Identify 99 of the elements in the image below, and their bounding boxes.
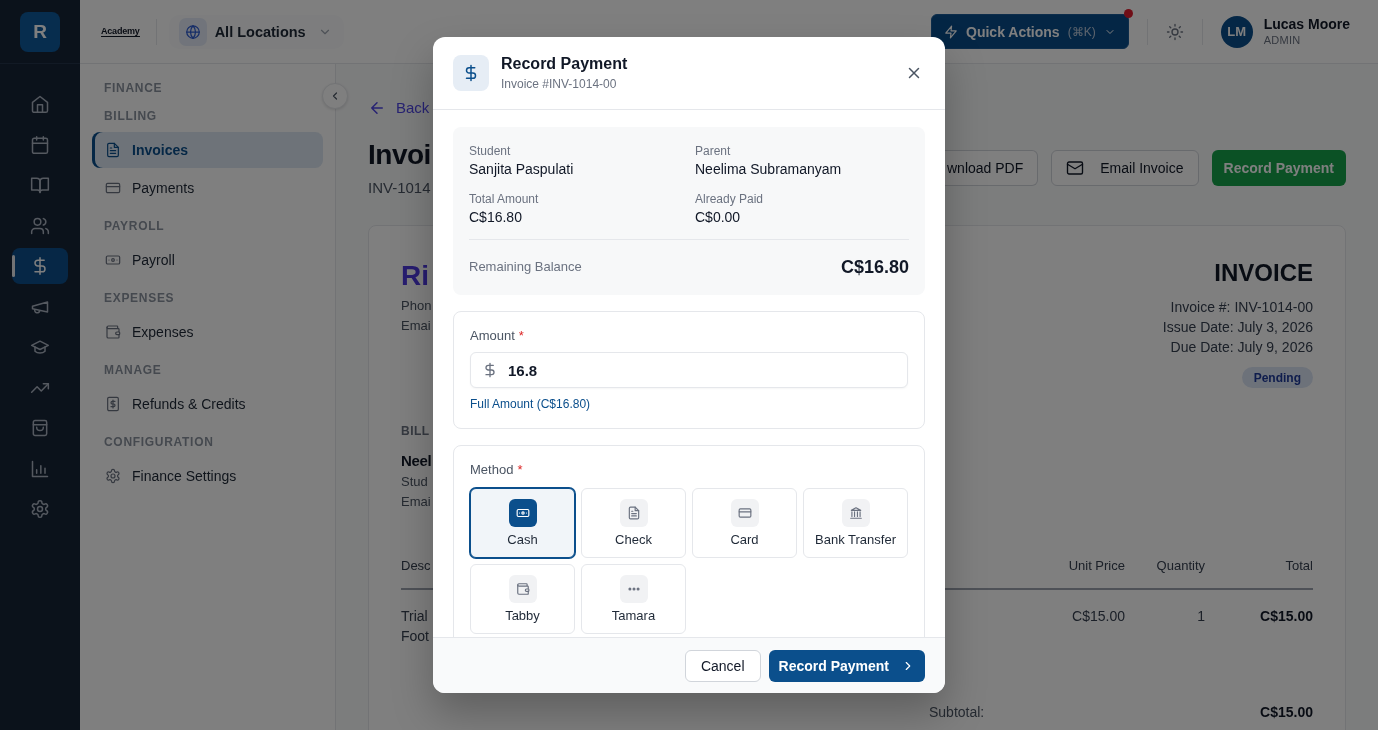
sidebar-item[interactable]: Refunds & Credits <box>92 386 323 422</box>
summary-value: C$16.80 <box>469 208 522 227</box>
more-dots-icon <box>619 575 648 603</box>
bill-to-name: Neel <box>401 451 432 471</box>
section-heading: CONFIGURATION <box>103 434 215 450</box>
settings-icon <box>105 468 121 484</box>
rail-nav-button[interactable] <box>12 248 68 284</box>
column-header: Unit Price <box>1068 557 1125 575</box>
page-title: Invoi <box>368 138 431 172</box>
record-payment-submit-button[interactable]: Record Payment <box>768 650 925 682</box>
summary-value: Neelima Subramanyam <box>695 160 842 179</box>
cancel-button[interactable]: Cancel <box>684 650 761 682</box>
column-header: Desc <box>401 557 431 575</box>
status-badge: Pending <box>1241 367 1313 388</box>
school-name: Ri <box>401 259 429 293</box>
sidebar-item[interactable]: Expenses <box>92 314 323 350</box>
download-pdf-button[interactable]: wnload PDF <box>945 149 1039 186</box>
payment-method-option[interactable]: Check <box>581 488 686 558</box>
sidebar-item[interactable]: Payroll <box>92 242 323 278</box>
users-icon <box>30 215 50 236</box>
shopping-bag-icon <box>30 418 50 438</box>
sidebar-item[interactable]: Finance Settings <box>92 458 323 494</box>
section-heading: EXPENSES <box>103 290 176 306</box>
collapse-sidebar-button[interactable] <box>322 83 348 109</box>
app-logo[interactable]: R <box>20 11 60 52</box>
arrow-left-icon <box>368 99 386 117</box>
payment-method-option[interactable]: Cash <box>470 488 575 558</box>
globe-icon <box>178 17 207 46</box>
payment-method-option[interactable]: Card <box>692 488 797 558</box>
summary-label: Student <box>469 143 511 159</box>
quick-actions-button[interactable]: Quick Actions (⌘K) <box>931 14 1129 49</box>
open-book-icon <box>30 175 50 195</box>
wallet-icon <box>105 324 121 340</box>
summary-label: Already Paid <box>695 191 764 207</box>
sun-icon[interactable] <box>1165 22 1184 41</box>
table-cell-text: C$15.00 <box>1260 607 1313 626</box>
field-label: Method <box>470 462 514 478</box>
invoice-meta-line: Issue Date: July 3, 2026 <box>1162 318 1313 337</box>
banknote-icon <box>508 499 537 527</box>
lightning-icon <box>944 24 958 39</box>
calendar-icon <box>30 134 50 155</box>
back-link[interactable]: Back <box>368 98 430 118</box>
home-icon <box>30 94 50 114</box>
dollar-icon <box>482 362 498 378</box>
bill-to-heading: BILL <box>401 423 430 439</box>
email-invoice-button[interactable]: Email Invoice <box>1051 149 1199 186</box>
section-heading: BILLING <box>103 108 158 124</box>
school-contact-line: Emai <box>401 317 431 335</box>
dialog-title: Record Payment <box>501 54 628 74</box>
field-label: Amount <box>470 328 515 344</box>
column-header: Quantity <box>1156 557 1205 575</box>
brand-logo[interactable]: Academy <box>101 26 140 37</box>
remaining-balance-label: Remaining Balance <box>469 259 582 275</box>
required-mark: * <box>518 328 524 344</box>
wallet-icon <box>508 575 537 603</box>
sidebar-item[interactable]: Payments <box>92 170 323 206</box>
payment-method-option[interactable]: Bank Transfer <box>803 488 908 558</box>
document-icon <box>619 499 648 527</box>
mail-icon <box>1066 158 1085 177</box>
school-contact-line: Phon <box>401 297 432 315</box>
subtotal-label: Subtotal: <box>929 703 985 722</box>
column-header: Total <box>1285 557 1313 575</box>
banknote-icon <box>105 252 121 268</box>
required-mark: * <box>517 462 523 478</box>
invoice-meta-line: Due Date: July 9, 2026 <box>1170 338 1313 357</box>
document-icon <box>105 142 121 158</box>
invoice-meta-line: Invoice #: INV-1014-00 <box>1170 298 1313 317</box>
user-avatar[interactable]: LM <box>1220 15 1253 48</box>
summary-label: Total Amount <box>469 191 539 207</box>
bill-to-line: Stud <box>401 473 428 491</box>
remaining-balance-value: C$16.80 <box>840 256 909 279</box>
sidebar-item[interactable]: Invoices <box>92 132 323 168</box>
amount-input[interactable]: 16.8 <box>470 352 908 388</box>
invoice-heading: INVOICE <box>1214 258 1313 288</box>
table-cell-text: 1 <box>1197 607 1205 626</box>
dialog-subtitle: Invoice #INV-1014-00 <box>501 76 617 92</box>
table-cell-text: Trial Foot <box>401 607 429 646</box>
summary-value: C$0.00 <box>695 208 741 227</box>
payment-method-option[interactable]: Tabby <box>470 564 575 634</box>
dollar-icon <box>453 55 489 91</box>
subtotal-value: C$15.00 <box>1260 703 1313 722</box>
bar-chart-icon <box>30 458 50 479</box>
dollar-document-icon <box>105 396 121 412</box>
settings-icon <box>30 499 50 519</box>
table-cell-text: C$15.00 <box>1072 607 1125 626</box>
user-role: ADMIN <box>1263 33 1302 47</box>
payment-method-option[interactable]: Tamara <box>581 564 686 634</box>
summary-value: Sanjita Paspulati <box>469 160 574 179</box>
credit-card-icon <box>105 180 121 196</box>
section-heading: PAYROLL <box>103 218 166 234</box>
user-name: Lucas Moore <box>1263 16 1350 33</box>
full-amount-link[interactable]: Full Amount (C$16.80) <box>470 396 591 412</box>
summary-label: Parent <box>695 143 731 159</box>
credit-card-icon <box>730 499 759 527</box>
bill-to-line: Emai <box>401 493 431 511</box>
sidebar-title: FINANCE <box>103 80 164 96</box>
bank-building-icon <box>841 499 870 527</box>
invoice-number: INV-1014 <box>368 178 431 198</box>
section-heading: MANAGE <box>103 362 163 378</box>
